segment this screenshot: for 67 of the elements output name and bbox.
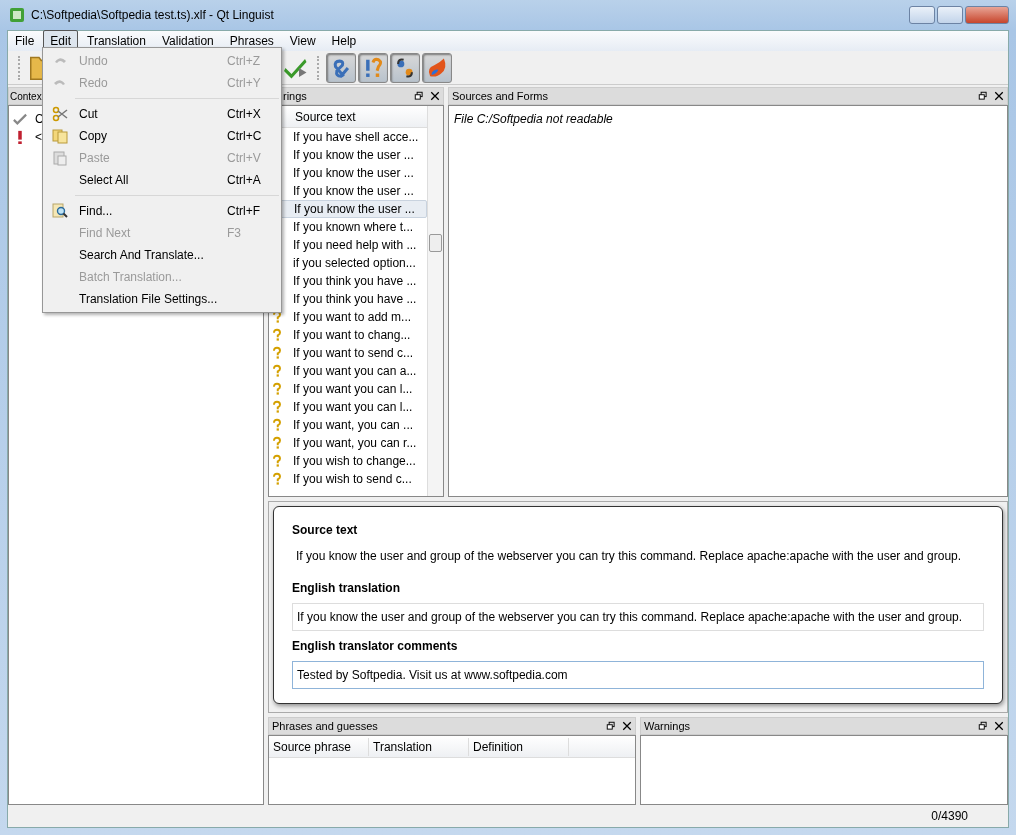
field-label: Source text [292,522,359,539]
question-mark-icon [271,453,283,469]
question-mark-icon [271,345,283,361]
question-mark-icon [271,327,283,343]
context-name[interactable]: < [35,128,42,146]
panel-title: rings [283,88,307,104]
question-mark-icon [271,471,283,487]
validation-toggle-button[interactable] [422,52,452,83]
paste-icon [52,150,68,166]
question-mark-icon [271,435,283,451]
source-text: If you know the user and group of the webserver you can try this command. Replace apache:apache with the user and group. [295,548,963,565]
question-mark-icon [271,399,283,415]
menu-item[interactable]: File [8,30,42,52]
panel-title: Phrases and guesses [272,718,378,734]
field-label: English translation [292,580,401,597]
close-icon[interactable] [430,91,440,101]
validation-toggle-button[interactable] [358,52,388,83]
validation-toggle-button[interactable] [390,52,420,83]
string-row[interactable]: If you wish to send c... [269,470,427,488]
float-icon[interactable] [414,91,424,101]
column-header[interactable]: Translation [369,737,469,756]
float-icon[interactable] [978,91,988,101]
column-header[interactable]: Source phrase [269,737,369,756]
string-row[interactable]: If you want, you can r... [269,434,427,452]
menu-item[interactable]: Search And Translate... [45,244,279,266]
close-icon[interactable] [994,721,1004,731]
string-row[interactable]: If you wish to change... [269,452,427,470]
translation-field[interactable]: If you know the user and group of the webserver you can try this command. Replace apache:apache with the user and group. [292,603,984,631]
panel-title: Warnings [644,718,691,734]
close-icon[interactable] [994,91,1004,101]
question-mark-icon [271,381,283,397]
string-row[interactable]: If you want you can l... [269,380,427,398]
checkmark-icon [13,112,27,126]
cut-icon [52,106,68,122]
float-icon[interactable] [606,721,616,731]
menu-item[interactable]: Cut Ctrl+X [45,103,279,125]
string-row[interactable]: If you want you can l... [269,398,427,416]
scrollbar[interactable] [427,106,443,496]
validation-toggle-button[interactable] [326,52,356,83]
status-count: 0/4390 [931,808,968,825]
magnifier-icon [52,203,68,219]
question-mark-icon [271,363,283,379]
column-header[interactable]: Definition [469,737,569,756]
string-row[interactable]: If you want to send c... [269,344,427,362]
quotes-icon [394,56,416,79]
panel-title: Sources and Forms [452,88,548,104]
maximize-button[interactable] [937,6,963,24]
comments-field[interactable]: Tested by Softpedia. Visit us at www.softpedia.com [292,661,984,689]
minimize-button[interactable] [909,6,935,24]
menu-item[interactable]: Copy Ctrl+C [45,125,279,147]
window-title: C:\Softpedia\Softpedia test.ts).xlf - Qt Linguist [31,7,274,24]
string-row[interactable]: If you want, you can ... [269,416,427,434]
string-row[interactable]: If you want to chang... [269,326,427,344]
flame-icon [426,56,448,79]
panel-title: Contex [10,89,42,104]
menu-item[interactable]: Help [324,30,364,52]
copy-icon [52,128,68,144]
string-row[interactable]: If you want you can a... [269,362,427,380]
question-mark-icon [271,417,283,433]
field-label: English translator comments [292,638,459,655]
menu-item[interactable]: Translation File Settings... [45,288,279,310]
app-logo [9,7,25,23]
menu-item[interactable]: View [282,30,323,52]
menu-item[interactable]: Select All Ctrl+A [45,169,279,191]
float-icon[interactable] [978,721,988,731]
close-icon[interactable] [622,721,632,731]
error-message: File C:/Softpedia not readable [453,111,614,128]
